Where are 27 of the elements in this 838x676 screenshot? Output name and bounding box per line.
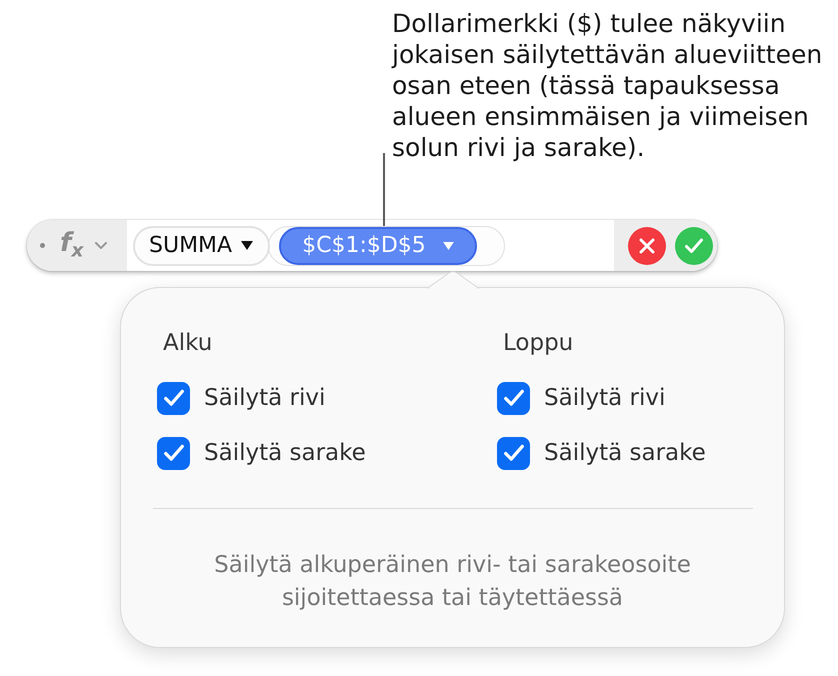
- checkbox[interactable]: [497, 382, 530, 414]
- check-icon: [684, 236, 704, 256]
- range-token[interactable]: $C$1:$D$5: [279, 226, 477, 264]
- check-icon: [162, 442, 184, 464]
- check-icon: [162, 387, 184, 409]
- checkbox[interactable]: [157, 382, 190, 414]
- function-token[interactable]: SUMMA: [133, 226, 270, 266]
- close-icon: [639, 238, 655, 254]
- callout-text: Dollarimerkki ($) tulee näkyviin jokaisen säilytettävän alueviitteen osan eteen (tässä tapauksessa alueen ensimmäisen ja viimeisen solun rivi ja sarake).: [392, 8, 822, 163]
- cancel-button[interactable]: [628, 226, 666, 264]
- chevron-icon: [95, 242, 108, 249]
- column-heading: Loppu: [503, 329, 574, 357]
- check-icon: [502, 442, 524, 464]
- option-label: Säilytä rivi: [544, 385, 666, 411]
- checkbox[interactable]: [497, 436, 530, 470]
- formula-menu-button[interactable]: f$_{x}$: [60, 230, 108, 262]
- column-heading: Alku: [163, 329, 212, 357]
- option-label: Säilytä sarake: [544, 440, 706, 466]
- caret-icon: [241, 241, 254, 250]
- checkbox[interactable]: [157, 436, 190, 470]
- hint-text: Säilytä alkuperäinen rivi- tai sarakeosoite sijoitettaessa tai täytettäessä: [214, 551, 691, 613]
- check-icon: [502, 387, 524, 409]
- option-label: Säilytä rivi: [204, 385, 326, 411]
- argument-field[interactable]: $C$1:$D$5: [268, 226, 505, 266]
- option-label: Säilytä sarake: [204, 440, 366, 466]
- caret-icon: [442, 242, 454, 250]
- dot-icon: [40, 243, 45, 248]
